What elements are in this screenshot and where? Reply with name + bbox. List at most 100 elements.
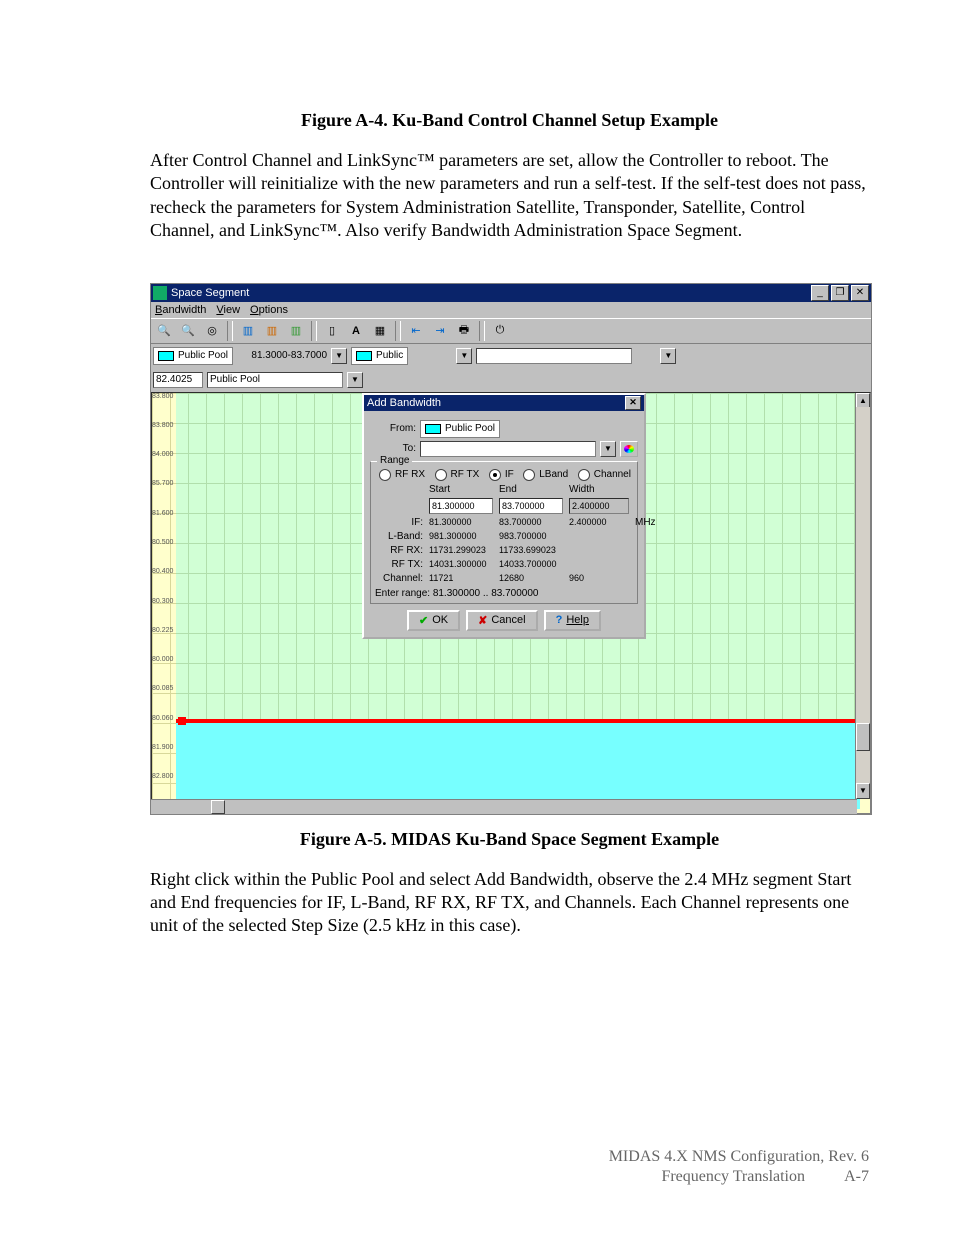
close-button[interactable]: ✕ — [851, 285, 869, 301]
right-dropdown-1[interactable]: ▼ — [456, 348, 472, 364]
pool-chip-left[interactable]: Public Pool — [153, 347, 233, 365]
y-tick-label: 83.800 — [152, 393, 173, 400]
y-tick-label: 80.225 — [152, 627, 173, 634]
y-tick-label: 80.000 — [152, 656, 173, 663]
chart2-icon[interactable]: ▥ — [261, 320, 283, 342]
zoom-target-icon[interactable]: ◎ — [201, 320, 223, 342]
radio-label: LBand — [539, 469, 568, 480]
footer-page-number: A-7 — [829, 1167, 869, 1187]
zoom-out-icon[interactable]: 🔍 — [177, 320, 199, 342]
y-tick-label: 80.300 — [152, 598, 173, 605]
selector-row-2: 82.4025 Public Pool ▼ — [151, 368, 871, 392]
window-titlebar: Space Segment _ ❐ ✕ — [151, 284, 871, 302]
maximize-button[interactable]: ❐ — [831, 285, 849, 301]
minimize-button[interactable]: _ — [811, 285, 829, 301]
grid-row-label: IF: — [375, 517, 423, 528]
horizontal-scrollbar[interactable] — [151, 799, 857, 814]
menu-bar: Bandwidth View Options — [151, 302, 871, 318]
right-dropdown-2[interactable]: ▼ — [660, 348, 676, 364]
add-bandwidth-dialog: Add Bandwidth ✕ From: Public Pool To: ▼ — [362, 393, 646, 639]
radio-icon — [523, 469, 535, 481]
range-dropdown[interactable]: ▼ — [331, 348, 347, 364]
dialog-close-button[interactable]: ✕ — [625, 396, 641, 410]
paragraph-1: After Control Channel and LinkSync™ para… — [150, 149, 869, 243]
range-grid: StartEndWidth81.30000083.7000002.400000I… — [375, 484, 633, 584]
to-input[interactable] — [420, 441, 596, 457]
exit-icon[interactable]: ⏻ — [489, 320, 511, 342]
from-pool-chip: Public Pool — [420, 420, 500, 438]
to-label: To: — [370, 443, 416, 454]
chart1-icon[interactable]: ▥ — [237, 320, 259, 342]
ok-button[interactable]: ✔OK — [407, 610, 460, 631]
radio-if[interactable]: IF — [487, 469, 514, 481]
y-axis-labels: 83.80083.80084.00085.70081.60080.50080.4… — [152, 393, 176, 813]
radio-channel[interactable]: Channel — [576, 469, 631, 481]
toolbar: 🔍 🔍 ◎ ▥ ▥ ▥ ▯ A ▦ ⇤ ⇥ 🖶 ⏻ — [151, 318, 871, 344]
space-segment-window: Space Segment _ ❐ ✕ Bandwidth View Optio… — [150, 283, 872, 815]
scroll-down-button[interactable]: ▼ — [856, 783, 870, 799]
y-tick-label: 83.800 — [152, 422, 173, 429]
spectrum-canvas[interactable]: 83.80083.80084.00085.70081.60080.50080.4… — [151, 392, 871, 814]
x-icon: ✘ — [478, 614, 487, 627]
to-dropdown[interactable]: ▼ — [600, 441, 616, 457]
grid-cell: 11731.299023 — [429, 545, 493, 555]
vscroll-thumb[interactable] — [856, 723, 870, 751]
blank-input-1[interactable] — [476, 348, 632, 364]
print-icon[interactable]: 🖶 — [453, 320, 475, 342]
footer-line-1: MIDAS 4.X NMS Configuration, Rev. 6 — [609, 1147, 869, 1167]
selector-row-1: Public Pool 81.3000-83.7000 ▼ Public ▼ ▼ — [151, 344, 871, 368]
pool-dropdown[interactable]: ▼ — [347, 372, 363, 388]
radio-rf-tx[interactable]: RF TX — [433, 469, 480, 481]
cancel-button[interactable]: ✘Cancel — [466, 610, 537, 631]
y-tick-label: 81.900 — [152, 744, 173, 751]
chart3-icon[interactable]: ▥ — [285, 320, 307, 342]
grid-cell: 81.300000 — [429, 517, 493, 527]
text-a-icon[interactable]: A — [345, 320, 367, 342]
grid-row-label: RF RX: — [375, 545, 423, 556]
pool-chip-right[interactable]: Public — [351, 347, 408, 365]
grid-cell: 981.300000 — [429, 531, 493, 541]
radio-lband[interactable]: LBand — [521, 469, 568, 481]
grid-header: Width — [569, 484, 629, 495]
grid-cell[interactable]: 81.300000 — [429, 498, 493, 514]
palette-icon[interactable]: ▦ — [369, 320, 391, 342]
grid-cell: 960 — [569, 573, 629, 583]
y-tick-label: 80.500 — [152, 539, 173, 546]
y-tick-label: 85.700 — [152, 480, 173, 487]
hscroll-thumb[interactable] — [211, 800, 225, 814]
menu-view[interactable]: View — [216, 304, 240, 316]
grid-cell[interactable]: 83.700000 — [499, 498, 563, 514]
radio-label: Channel — [594, 469, 631, 480]
step-right-icon[interactable]: ⇥ — [429, 320, 451, 342]
menu-options[interactable]: Options — [250, 304, 288, 316]
enter-range-label: Enter range: 81.300000 .. 83.700000 — [375, 588, 633, 599]
dialog-button-row: ✔OK ✘Cancel ?Help — [370, 610, 638, 631]
range-label: 81.3000-83.7000 — [237, 350, 327, 361]
app-icon — [153, 286, 167, 300]
radio-label: RF RX — [395, 469, 425, 480]
pool-input[interactable]: Public Pool — [207, 372, 343, 388]
window-title: Space Segment — [171, 287, 809, 299]
help-button[interactable]: ?Help — [544, 610, 601, 631]
dialog-titlebar: Add Bandwidth ✕ — [364, 395, 644, 411]
doc-icon[interactable]: ▯ — [321, 320, 343, 342]
grid-cell: 2.400000 — [569, 498, 629, 514]
radio-rf-rx[interactable]: RF RX — [377, 469, 425, 481]
range-legend: Range — [377, 455, 412, 466]
zoom-in-icon[interactable]: 🔍 — [153, 320, 175, 342]
grid-unit: MHz — [635, 517, 663, 528]
grid-cell: 2.400000 — [569, 517, 629, 527]
menu-bandwidth[interactable]: Bandwidth — [155, 304, 206, 316]
red-marker — [178, 717, 186, 725]
y-tick-label: 81.600 — [152, 510, 173, 517]
color-picker-button[interactable] — [620, 441, 638, 457]
paragraph-2: Right click within the Public Pool and s… — [150, 868, 869, 938]
range-frame: Range RF RXRF TXIFLBandChannel StartEndW… — [370, 461, 638, 604]
radio-label: RF TX — [451, 469, 480, 480]
freq-input[interactable]: 82.4025 — [153, 372, 203, 388]
y-tick-label: 80.060 — [152, 715, 173, 722]
cyan-band — [176, 723, 860, 809]
vertical-scrollbar[interactable]: ▲ ▼ — [855, 393, 870, 799]
step-left-icon[interactable]: ⇤ — [405, 320, 427, 342]
grid-cell: 12680 — [499, 573, 563, 583]
